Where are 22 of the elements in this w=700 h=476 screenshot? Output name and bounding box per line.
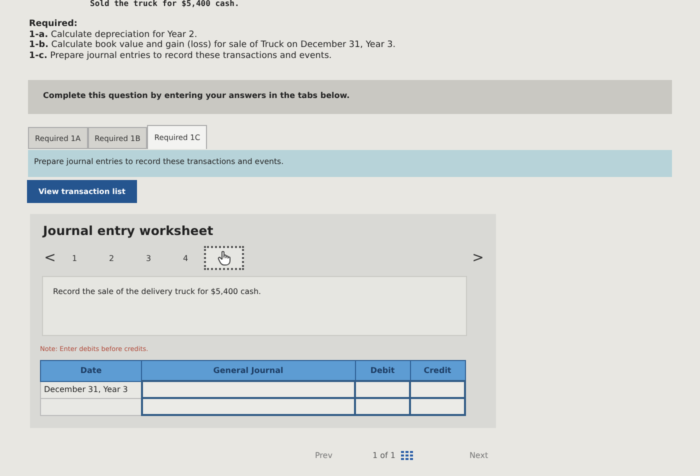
required-heading: Required:: [29, 19, 78, 30]
column-header: General Journal: [142, 360, 355, 381]
requirement-text: 1-c. Prepare journal entries to record these transactions and events.: [29, 50, 333, 61]
step-link[interactable]: 3: [130, 254, 167, 262]
step-link[interactable]: 1: [56, 254, 93, 262]
requirement-text: 1-a. Calculate depreciation for Year 2.: [29, 30, 198, 40]
current-step[interactable]: [204, 246, 244, 270]
page-counter: 1 of 1: [372, 451, 396, 460]
prev-link[interactable]: Prev: [315, 451, 332, 460]
requirement-text: 1-b. Calculate book value and gain (loss) for sale of Truck on December 31, Year 3.: [29, 40, 397, 50]
step-link[interactable]: 2: [93, 254, 130, 262]
worksheet-title: Journal entry worksheet: [41, 222, 214, 238]
instruction-banner: Complete this question by entering your answers in the tabs below.: [28, 80, 672, 114]
step-link[interactable]: 4: [167, 254, 204, 262]
column-header: Credit: [410, 360, 465, 381]
next-link[interactable]: Next: [469, 451, 488, 460]
problem-text: Sold the truck for $5,400 cash.: [89, 0, 240, 10]
column-header: Date: [40, 360, 142, 381]
hand-pointer-icon: [217, 250, 231, 266]
grid-icon[interactable]: [401, 451, 414, 460]
column-header: Debit: [355, 360, 410, 381]
date-cell: December 31, Year 3: [40, 381, 142, 398]
